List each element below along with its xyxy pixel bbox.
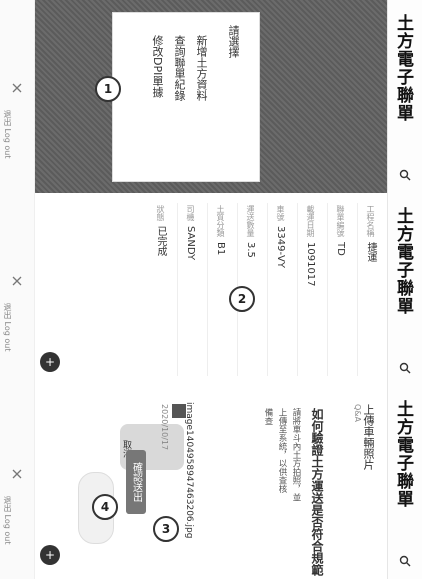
close-icon[interactable] (11, 468, 23, 480)
submit-button[interactable]: 確認送出 (126, 450, 146, 514)
field-label: 運送數量 (246, 205, 255, 237)
field-label: 工程名稱 (366, 205, 375, 237)
field-date: 載運日期 1091017 (302, 205, 320, 287)
step-badge-1: 1 (95, 76, 121, 102)
app-header: 土方電子聯單 (387, 0, 422, 193)
step-badge-3: 3 (153, 516, 179, 542)
divider (207, 203, 208, 376)
field-label: 載運日期 (306, 205, 315, 237)
screen-upload: 上傳車輛照片 Q&A 如何驗證土方運送是否符合規範 請將車斗內土方拍照，並 上傳… (0, 386, 422, 579)
close-icon[interactable] (11, 82, 23, 94)
add-fab-button[interactable]: + (40, 545, 60, 565)
screen-detail-list: 工程名稱 捷運 聯單編號 TD 載運日期 1091017 車號 3349-VY … (0, 193, 422, 386)
app-title: 土方電子聯單 (393, 14, 413, 122)
field-value: 3.5 (245, 242, 256, 258)
field-label: 車號 (276, 205, 285, 221)
field-value: TD (335, 242, 346, 256)
menu-modal: 請選擇 新增土方資料 查詢聯單紀錄 修改DPI單據 (112, 12, 260, 182)
search-icon[interactable] (399, 169, 411, 181)
divider (267, 203, 268, 376)
field-status: 狀態 已完成 (152, 205, 170, 256)
step-badge-4: 4 (92, 494, 118, 520)
field-plate: 車號 3349-VY (272, 205, 290, 268)
detail-content: 工程名稱 捷運 聯單編號 TD 載運日期 1091017 車號 3349-VY … (34, 193, 388, 386)
menu-item-query[interactable]: 查詢聯單紀錄 (171, 35, 187, 101)
app-title: 土方電子聯單 (393, 400, 413, 508)
menu-heading: 請選擇 (227, 25, 240, 58)
field-value: 1091017 (305, 242, 316, 287)
field-soil-type: 土質分類 B1 (212, 205, 230, 255)
field-project: 工程名稱 捷運 (362, 205, 380, 262)
divider (297, 203, 298, 376)
field-value: 捷運 (365, 242, 376, 263)
app-header: 土方電子聯單 (387, 193, 422, 386)
upload-content: 上傳車輛照片 Q&A 如何驗證土方運送是否符合規範 請將車斗內土方拍照，並 上傳… (34, 386, 388, 579)
step-badge-2: 2 (229, 286, 255, 312)
section-subtitle: Q&A (353, 404, 362, 423)
field-label: 狀態 (156, 205, 165, 221)
description-line: 上傳至系統，以供查核 (277, 408, 287, 493)
screen-menu: 請選擇 新增土方資料 查詢聯單紀錄 修改DPI單據 1 土方電子聯單 退出 Lo… (0, 0, 422, 193)
footer-bar: 退出 Log out (0, 386, 35, 579)
add-fab-button[interactable]: + (40, 352, 60, 372)
app-title: 土方電子聯單 (393, 207, 413, 315)
field-value: SANDY (185, 226, 196, 261)
footer-bar: 退出 Log out (0, 0, 35, 193)
field-driver: 司機 SANDY (182, 205, 200, 260)
field-label: 司機 (186, 205, 195, 221)
divider (327, 203, 328, 376)
section-title: 上傳車輛照片 (362, 404, 375, 470)
app-header: 土方電子聯單 (387, 386, 422, 579)
footer-label: 退出 Log out (3, 110, 12, 159)
menu-item-edit[interactable]: 修改DPI單據 (149, 35, 165, 97)
field-quantity: 運送數量 3.5 (242, 205, 260, 258)
search-icon[interactable] (399, 362, 411, 374)
description-line: 請將車斗內土方拍照，並 (291, 408, 301, 502)
divider (177, 203, 178, 376)
image-date: 2020/10/17 (160, 404, 169, 451)
field-value: B1 (215, 242, 226, 256)
footer-label: 退出 Log out (3, 496, 12, 545)
field-value: 已完成 (155, 226, 166, 257)
field-order-no: 聯單編號 TD (332, 205, 350, 256)
search-icon[interactable] (399, 555, 411, 567)
description-line: 備查 (263, 408, 273, 425)
field-label: 聯單編號 (336, 205, 345, 237)
field-value: 3349-VY (275, 226, 286, 269)
field-label: 土質分類 (216, 205, 225, 237)
image-filename: image1404958947463206.jpg (184, 402, 194, 539)
question-text: 如何驗證土方運送是否符合規範 (310, 408, 324, 576)
footer-label: 退出 Log out (3, 303, 12, 352)
menu-item-new[interactable]: 新增土方資料 (193, 35, 209, 101)
footer-bar: 退出 Log out (0, 193, 35, 386)
close-icon[interactable] (11, 275, 23, 287)
divider (357, 203, 358, 376)
